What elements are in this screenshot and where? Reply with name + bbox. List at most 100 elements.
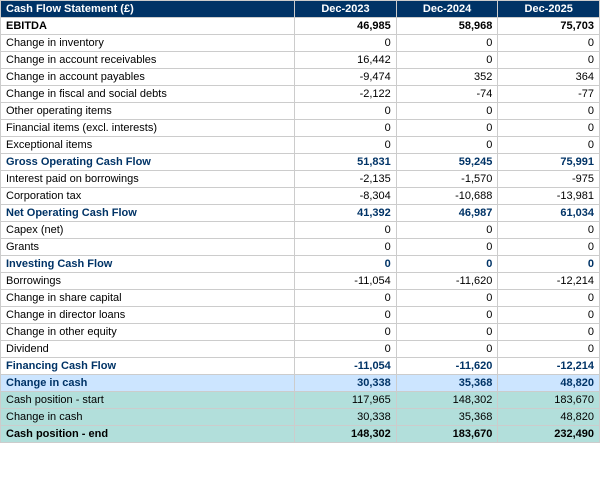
row-label: Grants — [1, 239, 295, 256]
row-val3: 0 — [498, 239, 600, 256]
row-val3: 0 — [498, 307, 600, 324]
row-val3: -975 — [498, 171, 600, 188]
row-label: Change in director loans — [1, 307, 295, 324]
row-label: Interest paid on borrowings — [1, 171, 295, 188]
row-label: Borrowings — [1, 273, 295, 290]
table-row: Cash position - start117,965148,302183,6… — [1, 392, 600, 409]
row-val3: 75,703 — [498, 18, 600, 35]
table-row: Capex (net)000 — [1, 222, 600, 239]
row-val2: -74 — [396, 86, 498, 103]
row-val2: 35,368 — [396, 409, 498, 426]
row-label: Cash position - start — [1, 392, 295, 409]
row-val1: -11,054 — [295, 273, 397, 290]
row-val3: 232,490 — [498, 426, 600, 443]
table-row: Borrowings-11,054-11,620-12,214 — [1, 273, 600, 290]
row-val2: 0 — [396, 120, 498, 137]
row-val1: 41,392 — [295, 205, 397, 222]
row-val1: 0 — [295, 290, 397, 307]
row-val1: 0 — [295, 35, 397, 52]
row-label: Change in cash — [1, 409, 295, 426]
row-val1: 0 — [295, 307, 397, 324]
table-row: Exceptional items000 — [1, 137, 600, 154]
row-val3: 0 — [498, 137, 600, 154]
row-val1: -8,304 — [295, 188, 397, 205]
row-label: Exceptional items — [1, 137, 295, 154]
row-label: Financing Cash Flow — [1, 358, 295, 375]
row-label: Capex (net) — [1, 222, 295, 239]
table-row: Interest paid on borrowings-2,135-1,570-… — [1, 171, 600, 188]
table-row: Change in fiscal and social debts-2,122-… — [1, 86, 600, 103]
row-val3: 0 — [498, 256, 600, 273]
row-val1: 0 — [295, 341, 397, 358]
table-row: Gross Operating Cash Flow51,83159,24575,… — [1, 154, 600, 171]
table-row: Change in inventory000 — [1, 35, 600, 52]
row-val3: 0 — [498, 290, 600, 307]
row-val1: 0 — [295, 137, 397, 154]
row-val2: 148,302 — [396, 392, 498, 409]
cash-flow-table: Cash Flow Statement (£) Dec-2023 Dec-202… — [0, 0, 600, 443]
table-row: Cash position - end148,302183,670232,490 — [1, 426, 600, 443]
row-val1: 51,831 — [295, 154, 397, 171]
table-row: Financial items (excl. interests)000 — [1, 120, 600, 137]
row-val2: 0 — [396, 239, 498, 256]
row-label: Cash position - end — [1, 426, 295, 443]
row-val1: 0 — [295, 256, 397, 273]
row-label: Financial items (excl. interests) — [1, 120, 295, 137]
row-val2: 0 — [396, 307, 498, 324]
table-row: Change in cash30,33835,36848,820 — [1, 409, 600, 426]
table-row: Corporation tax-8,304-10,688-13,981 — [1, 188, 600, 205]
table-row: Financing Cash Flow-11,054-11,620-12,214 — [1, 358, 600, 375]
table-row: Net Operating Cash Flow41,39246,98761,03… — [1, 205, 600, 222]
table-row: Change in other equity000 — [1, 324, 600, 341]
row-val1: 30,338 — [295, 409, 397, 426]
row-val2: 0 — [396, 324, 498, 341]
row-val2: 0 — [396, 103, 498, 120]
row-val2: 0 — [396, 222, 498, 239]
row-val2: 59,245 — [396, 154, 498, 171]
row-val3: 0 — [498, 52, 600, 69]
table-row: Dividend000 — [1, 341, 600, 358]
row-val1: -9,474 — [295, 69, 397, 86]
row-val2: 352 — [396, 69, 498, 86]
table-row: Investing Cash Flow000 — [1, 256, 600, 273]
row-val3: 48,820 — [498, 409, 600, 426]
row-val2: 46,987 — [396, 205, 498, 222]
header-label: Cash Flow Statement (£) — [1, 1, 295, 18]
row-val1: 148,302 — [295, 426, 397, 443]
row-val3: -77 — [498, 86, 600, 103]
row-val2: 0 — [396, 52, 498, 69]
row-val3: 48,820 — [498, 375, 600, 392]
row-val3: 0 — [498, 120, 600, 137]
table-row: Change in account receivables16,44200 — [1, 52, 600, 69]
row-label: Other operating items — [1, 103, 295, 120]
row-val3: 61,034 — [498, 205, 600, 222]
row-val1: 30,338 — [295, 375, 397, 392]
row-val3: 183,670 — [498, 392, 600, 409]
row-label: Change in share capital — [1, 290, 295, 307]
row-label: Change in fiscal and social debts — [1, 86, 295, 103]
row-val2: 0 — [396, 35, 498, 52]
table-row: Change in director loans000 — [1, 307, 600, 324]
row-val3: 0 — [498, 222, 600, 239]
row-label: Investing Cash Flow — [1, 256, 295, 273]
row-val1: 0 — [295, 222, 397, 239]
table-row: EBITDA46,98558,96875,703 — [1, 18, 600, 35]
row-label: Net Operating Cash Flow — [1, 205, 295, 222]
row-val1: 0 — [295, 239, 397, 256]
row-label: Change in account payables — [1, 69, 295, 86]
row-val2: 0 — [396, 137, 498, 154]
row-val2: 0 — [396, 256, 498, 273]
row-val2: 58,968 — [396, 18, 498, 35]
row-val3: 0 — [498, 103, 600, 120]
row-val2: 35,368 — [396, 375, 498, 392]
header-dec2024: Dec-2024 — [396, 1, 498, 18]
row-val3: 0 — [498, 35, 600, 52]
row-val3: -12,214 — [498, 273, 600, 290]
table-row: Grants000 — [1, 239, 600, 256]
row-val1: 16,442 — [295, 52, 397, 69]
row-val3: 0 — [498, 341, 600, 358]
row-val2: 183,670 — [396, 426, 498, 443]
row-label: Corporation tax — [1, 188, 295, 205]
row-label: Change in cash — [1, 375, 295, 392]
row-label: Change in other equity — [1, 324, 295, 341]
